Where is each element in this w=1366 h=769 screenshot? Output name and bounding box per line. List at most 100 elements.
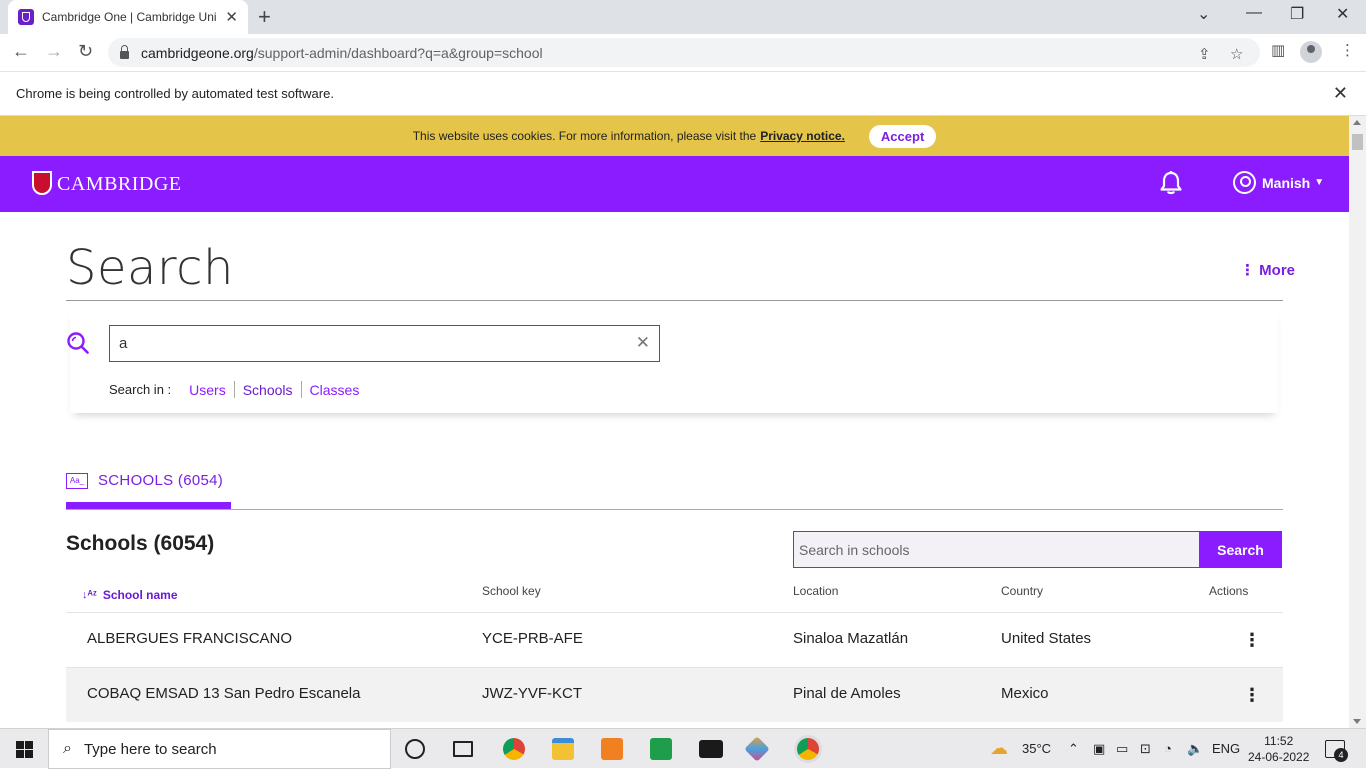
infobar-close-icon[interactable]: ✕ (1333, 83, 1348, 104)
sublime-text-icon[interactable] (601, 738, 623, 760)
chrome-menu-icon[interactable]: ⋮ (1340, 41, 1355, 59)
chrome-active-icon[interactable] (797, 738, 819, 760)
url-path: /support-admin/dashboard?q=a&group=schoo… (253, 44, 543, 61)
cambridge-crest-logo[interactable] (32, 171, 52, 195)
privacy-notice-link[interactable]: Privacy notice. (760, 129, 845, 143)
terminal-icon[interactable] (699, 740, 723, 758)
meet-now-icon[interactable]: ▣ (1093, 741, 1105, 757)
country-cell: Mexico (1001, 685, 1049, 702)
automation-infobar: Chrome is being controlled by automated … (0, 72, 1366, 116)
more-label: More (1259, 262, 1296, 279)
network-settings-icon[interactable]: ⊡ (1140, 741, 1151, 757)
country-cell: United States (1001, 630, 1092, 647)
scope-schools[interactable]: Schools (235, 382, 301, 398)
more-menu-button[interactable]: ⋮ More (1240, 261, 1295, 279)
search-input[interactable]: a ✕ (109, 325, 660, 362)
new-tab-button[interactable]: + (258, 4, 271, 30)
file-explorer-icon[interactable] (552, 738, 574, 760)
close-window-button[interactable]: ✕ (1336, 4, 1349, 24)
title-divider (66, 300, 1283, 301)
column-header-school-name[interactable]: ↓ᴬᶻ School name (82, 588, 178, 602)
schools-filter-input[interactable]: Search in schools (793, 531, 1200, 568)
volume-icon[interactable]: 🔈 (1187, 741, 1203, 757)
automation-notice-text: Chrome is being controlled by automated … (16, 86, 334, 101)
schools-search-button[interactable]: Search (1199, 531, 1282, 568)
taskbar-search-input[interactable]: ⌕ Type here to search (48, 729, 391, 769)
column-header-location: Location (793, 584, 839, 598)
system-clock[interactable]: 11:52 24-06-2022 (1248, 733, 1309, 765)
column-header-country: Country (1001, 584, 1044, 598)
cambridge-favicon-icon (18, 9, 34, 25)
accept-cookies-button[interactable]: Accept (868, 124, 937, 148)
task-view-icon[interactable] (453, 741, 473, 757)
tab-close-icon[interactable]: ✕ (225, 8, 238, 26)
site-header: CAMBRIDGE Manish ▼ (0, 156, 1349, 212)
clock-date: 24-06-2022 (1248, 750, 1310, 764)
app-diamond-icon[interactable] (744, 736, 770, 762)
browser-tab[interactable]: Cambridge One | Cambridge Uni ✕ (8, 0, 248, 34)
search-query: a (119, 335, 128, 352)
browser-tab-strip: Cambridge One | Cambridge Uni ✕ + ⌄ — ❐ … (0, 0, 1366, 34)
school-name-cell: ALBERGUES FRANCISCANO (87, 630, 293, 647)
chat-app-icon[interactable] (650, 738, 672, 760)
table-row[interactable]: ALBERGUES FRANCISCANO YCE-PRB-AFE Sinalo… (66, 612, 1283, 667)
page-viewport: This website uses cookies. For more info… (0, 116, 1366, 728)
bookmark-star-icon[interactable]: ☆ (1230, 45, 1243, 63)
back-arrow-icon[interactable]: ← (12, 41, 30, 62)
share-icon[interactable]: ⇪ (1198, 45, 1211, 63)
column-header-actions: Actions (1209, 584, 1249, 598)
search-scope-selector: Search in : Users Schools Classes (109, 381, 367, 398)
address-bar: ← → ↻ cambridgeone.org/support-admin/das… (0, 34, 1366, 72)
cortana-icon[interactable] (405, 739, 425, 759)
windows-start-icon[interactable] (16, 741, 33, 758)
clear-search-icon[interactable]: ✕ (636, 333, 650, 353)
user-name: Manish (1262, 174, 1311, 191)
location-cell: Sinaloa Mazatlán (793, 630, 909, 647)
row-actions-icon[interactable]: ⋮ (1243, 685, 1261, 706)
user-avatar-icon (1233, 171, 1256, 194)
clock-time: 11:52 (1264, 734, 1294, 748)
scope-classes[interactable]: Classes (302, 382, 368, 398)
chevron-down-icon: ▼ (1314, 177, 1325, 188)
notifications-bell-icon[interactable] (1158, 170, 1184, 196)
school-key-cell: JWZ-YVF-KCT (482, 685, 582, 702)
school-key-cell: YCE-PRB-AFE (482, 630, 583, 647)
chrome-profile-avatar[interactable] (1300, 41, 1322, 63)
tab-title: Cambridge One | Cambridge Uni (42, 10, 217, 24)
temperature[interactable]: 35°C (1022, 741, 1051, 756)
row-actions-icon[interactable]: ⋮ (1243, 630, 1261, 651)
weather-icon[interactable]: ☁ (990, 738, 1008, 759)
user-menu[interactable]: Manish ▼ (1233, 171, 1324, 194)
chrome-taskbar-icon[interactable] (503, 738, 525, 760)
restore-button[interactable]: ❐ (1290, 4, 1304, 24)
school-name-cell: COBAQ EMSAD 13 San Pedro Escanela (87, 685, 361, 702)
results-title: Schools (6054) (66, 532, 215, 555)
tab-search-chevron-icon[interactable]: ⌄ (1197, 4, 1210, 24)
scroll-thumb[interactable] (1352, 134, 1363, 150)
battery-icon[interactable]: ▭ (1116, 741, 1128, 757)
minimize-button[interactable]: — (1246, 4, 1262, 22)
scroll-up-icon[interactable] (1353, 120, 1361, 125)
active-tab-indicator (66, 502, 231, 509)
wifi-icon[interactable]: ◔ (1164, 741, 1172, 756)
lock-icon[interactable] (120, 44, 129, 59)
notification-count-badge: 4 (1334, 748, 1348, 762)
search-in-label: Search in : (109, 382, 172, 397)
sort-az-icon: ↓ᴬᶻ (82, 589, 97, 601)
brand-name[interactable]: CAMBRIDGE (57, 173, 182, 196)
reload-icon[interactable]: ↻ (78, 41, 93, 62)
tab-schools[interactable]: Aa_ SCHOOLS (6054) (66, 472, 223, 489)
side-panel-icon[interactable]: ▥ (1271, 41, 1285, 59)
scope-users[interactable]: Users (181, 382, 234, 398)
column-header-school-key: School key (482, 584, 541, 598)
table-row[interactable]: COBAQ EMSAD 13 San Pedro Escanela JWZ-YV… (66, 667, 1283, 722)
language-indicator[interactable]: ENG (1212, 741, 1240, 756)
page-scrollbar[interactable] (1349, 116, 1366, 728)
scroll-down-icon[interactable] (1353, 719, 1361, 724)
cookie-text: This website uses cookies. For more info… (412, 129, 757, 143)
url-field[interactable]: cambridgeone.org/support-admin/dashboard… (108, 38, 1260, 67)
search-icon (67, 332, 89, 354)
tray-chevron-up-icon[interactable]: ⌃ (1068, 741, 1079, 757)
forward-arrow-icon[interactable]: → (45, 41, 63, 62)
location-cell: Pinal de Amoles (793, 685, 901, 702)
